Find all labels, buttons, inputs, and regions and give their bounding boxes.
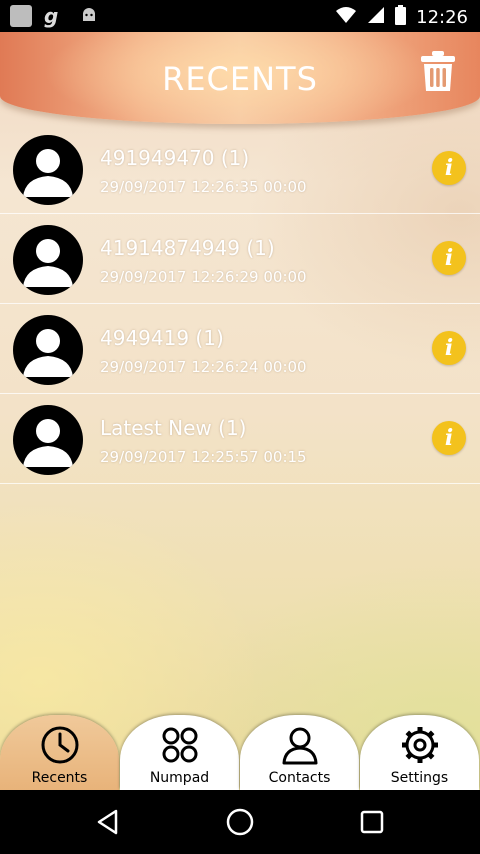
list-item[interactable]: 4949419 (1) 29/09/2017 12:26:24 00:00 i — [0, 304, 480, 394]
call-name: Latest New (1) — [100, 416, 247, 440]
list-item[interactable]: 41914874949 (1) 29/09/2017 12:26:29 00:0… — [0, 214, 480, 304]
call-name: 41914874949 (1) — [100, 236, 275, 260]
call-details: 29/09/2017 12:25:57 00:15 — [100, 448, 307, 466]
back-icon[interactable] — [92, 806, 124, 838]
call-details: 29/09/2017 12:26:24 00:00 — [100, 358, 307, 376]
app-icon — [10, 5, 32, 27]
avatar — [13, 315, 83, 385]
system-nav-bar — [0, 790, 480, 854]
call-details: 29/09/2017 12:26:35 00:00 — [100, 178, 307, 196]
g-icon: g — [44, 4, 59, 28]
android-icon — [78, 5, 100, 27]
info-icon[interactable]: i — [432, 421, 466, 455]
list-item[interactable]: Latest New (1) 29/09/2017 12:25:57 00:15… — [0, 394, 480, 484]
gear-icon — [400, 725, 440, 765]
battery-icon — [395, 5, 407, 30]
wifi-icon — [335, 6, 357, 29]
clock-time: 12:26 — [416, 7, 468, 28]
numpad-icon — [160, 725, 200, 765]
tab-label: Recents — [31, 770, 88, 786]
avatar — [13, 225, 83, 295]
tab-contacts[interactable]: Contacts — [240, 715, 359, 790]
tab-recents[interactable]: Recents — [0, 715, 119, 790]
call-details: 29/09/2017 12:26:29 00:00 — [100, 268, 307, 286]
tab-numpad[interactable]: Numpad — [120, 715, 239, 790]
call-name: 4949419 (1) — [100, 326, 224, 350]
avatar — [13, 405, 83, 475]
person-icon — [280, 725, 320, 765]
header: RECENTS — [0, 32, 480, 124]
info-icon[interactable]: i — [432, 241, 466, 275]
trash-icon[interactable] — [418, 50, 458, 92]
clock-icon — [40, 725, 80, 765]
home-icon[interactable] — [224, 806, 256, 838]
tab-label: Contacts — [268, 770, 331, 786]
list-item[interactable]: 491949470 (1) 29/09/2017 12:26:35 00:00 … — [0, 124, 480, 214]
recents-screen: RECENTS 491949470 (1) 29/09/2017 12:26:3… — [0, 32, 480, 790]
overview-icon[interactable] — [356, 806, 388, 838]
bottom-tab-bar: Recents Numpad Contacts Settings — [0, 715, 480, 790]
signal-icon — [367, 6, 385, 29]
tab-label: Numpad — [149, 770, 210, 786]
tab-label: Settings — [390, 770, 449, 786]
info-icon[interactable]: i — [432, 151, 466, 185]
status-bar: g 12:26 — [0, 0, 480, 32]
call-name: 491949470 (1) — [100, 146, 250, 170]
page-title: RECENTS — [162, 60, 318, 98]
tab-settings[interactable]: Settings — [360, 715, 479, 790]
avatar — [13, 135, 83, 205]
info-icon[interactable]: i — [432, 331, 466, 365]
recent-calls-list: 491949470 (1) 29/09/2017 12:26:35 00:00 … — [0, 124, 480, 484]
